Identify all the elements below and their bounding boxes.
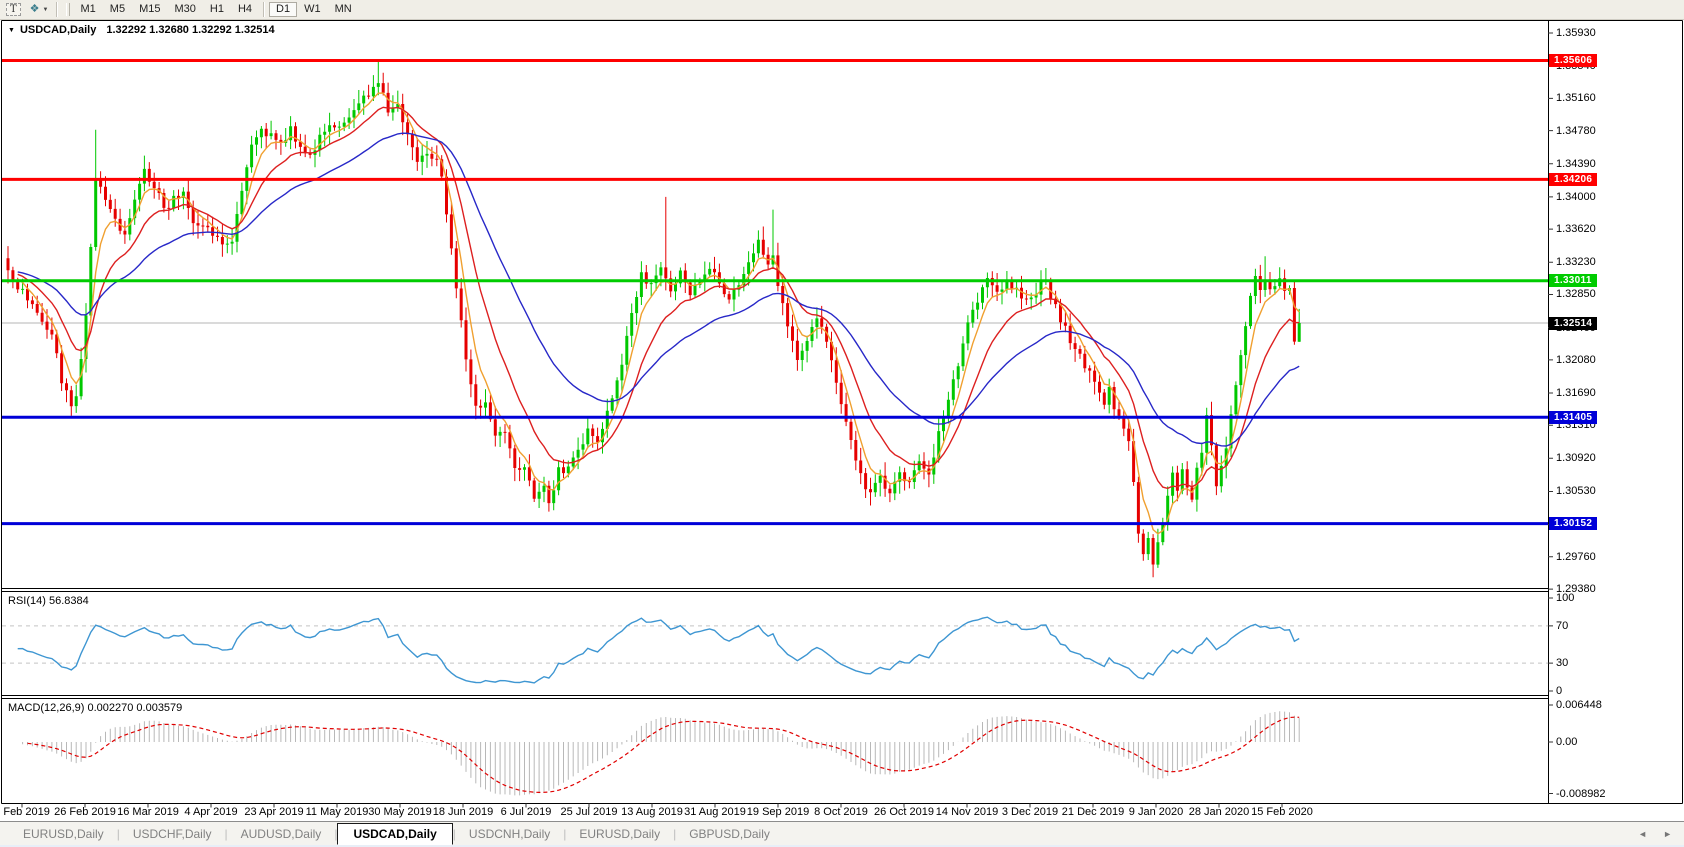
- date-axis-label: 15 Feb 2020: [1251, 806, 1313, 818]
- price-axis-tick: 1.29760: [1556, 551, 1596, 563]
- macd-axis-tick: -0.008982: [1556, 788, 1606, 800]
- date-axis-label: 26 Oct 2019: [874, 806, 934, 818]
- macd-axis-tick: 0.006448: [1556, 699, 1602, 711]
- chart-canvas[interactable]: [0, 0, 1684, 847]
- price-axis-tick: 1.35930: [1556, 27, 1596, 39]
- macd-signal-line: [28, 717, 1300, 792]
- timeframe-button-group: M1M5M15M30H1H4 D1W1MN: [74, 2, 359, 17]
- price-axis-tick: 1.30530: [1556, 485, 1596, 497]
- date-axis-label: 25 Jul 2019: [561, 806, 618, 818]
- date-axis-label: 3 Dec 2019: [1002, 806, 1058, 818]
- date-axis-label: 31 Aug 2019: [684, 806, 746, 818]
- price-axis-tick: 1.33620: [1556, 223, 1596, 235]
- date-axis-label: 16 Mar 2019: [117, 806, 179, 818]
- rsi-axis-tick: 70: [1556, 620, 1568, 632]
- date-axis-label: 18 Jun 2019: [433, 806, 494, 818]
- drawing-style-button[interactable]: ❖ ▼: [27, 2, 52, 18]
- date-axis-label: 14 Nov 2019: [936, 806, 998, 818]
- down-candle-wicks: [8, 73, 1294, 577]
- price-axis-tick: 1.32080: [1556, 354, 1596, 366]
- price-axis-tick: 1.30920: [1556, 452, 1596, 464]
- price-axis-tick: 1.34390: [1556, 158, 1596, 170]
- date-axis-label: 23 Apr 2019: [244, 806, 303, 818]
- text-tool-icon: T: [6, 3, 21, 16]
- tab-usdcnh-4[interactable]: USDCNH,Daily: [456, 824, 563, 844]
- tab-gbpusd-6[interactable]: GBPUSD,Daily: [676, 824, 783, 844]
- date-axis-label: 21 Dec 2019: [1062, 806, 1124, 818]
- date-axis-label: 6 Jul 2019: [501, 806, 552, 818]
- price-level-tag: 1.35606: [1549, 54, 1597, 67]
- date-axis-label: 9 Jan 2020: [1129, 806, 1183, 818]
- chart-ohlc-values: 1.32292 1.32680 1.32292 1.32514: [106, 24, 274, 36]
- rsi-indicator-label: RSI(14) 56.8384: [8, 595, 89, 607]
- chart-title: ▼ USDCAD,Daily 1.32292 1.32680 1.32292 1…: [8, 24, 275, 36]
- price-level-tag: 1.34206: [1549, 173, 1597, 186]
- tab-eurusd-0[interactable]: EURUSD,Daily: [10, 824, 117, 844]
- price-axis-tick: 1.34000: [1556, 191, 1596, 203]
- price-axis-tick: 1.33230: [1556, 256, 1596, 268]
- chart-tab-bar: EURUSD,Daily|USDCHF,Daily|AUDUSD,Daily|U…: [0, 821, 1684, 846]
- toolbar-separator: [263, 2, 265, 17]
- chart-tabs: EURUSD,Daily|USDCHF,Daily|AUDUSD,Daily|U…: [10, 822, 783, 846]
- timeframe-button-mn[interactable]: MN: [328, 2, 359, 17]
- price-axis-tick: 1.31690: [1556, 387, 1596, 399]
- date-axis-label: 8 Oct 2019: [814, 806, 868, 818]
- tab-usdcad-3[interactable]: USDCAD,Daily: [337, 823, 452, 845]
- tab-eurusd-5[interactable]: EURUSD,Daily: [566, 824, 673, 844]
- chart-dropdown-icon[interactable]: ▼: [8, 27, 15, 34]
- date-axis-label: 19 Sep 2019: [747, 806, 809, 818]
- main-price-panel[interactable]: [2, 61, 1548, 578]
- timeframe-button-m15[interactable]: M15: [132, 2, 167, 17]
- timeframe-button-h1[interactable]: H1: [203, 2, 231, 17]
- date-axis-label: 13 Aug 2019: [621, 806, 683, 818]
- up-candle-wicks: [23, 61, 1300, 568]
- toolbar-grip: [66, 3, 70, 16]
- rsi-axis-tick: 100: [1556, 592, 1574, 604]
- ma-fast-line: [18, 93, 1300, 534]
- date-axis-label: 30 May 2019: [368, 806, 432, 818]
- price-level-tag: 1.33011: [1549, 274, 1597, 287]
- rsi-axis-tick: 0: [1556, 685, 1562, 697]
- macd-panel[interactable]: [23, 711, 1300, 795]
- macd-axis-tick: 0.00: [1556, 736, 1577, 748]
- mt4-terminal: { "toolbar": { "t_tool": "T", "drawing_t…: [0, 0, 1684, 847]
- macd-histogram: [23, 711, 1300, 795]
- caret-down-icon: ▼: [43, 7, 49, 13]
- price-axis-tick: 1.32850: [1556, 288, 1596, 300]
- timeframe-button-m1[interactable]: M1: [74, 2, 103, 17]
- timeframe-button-m30[interactable]: M30: [167, 2, 202, 17]
- chart-symbol-label: USDCAD,Daily: [20, 24, 96, 36]
- date-axis-label: 28 Jan 2020: [1189, 806, 1250, 818]
- price-axis-tick: 1.35160: [1556, 92, 1596, 104]
- tab-scroll-right-icon[interactable]: ►: [1663, 829, 1672, 839]
- rsi-line: [18, 617, 1300, 683]
- timeframe-button-w1[interactable]: W1: [297, 2, 328, 17]
- current-price-tag: 1.32514: [1549, 317, 1597, 330]
- timeframe-button-d1[interactable]: D1: [269, 2, 297, 17]
- tab-scroll-left-icon[interactable]: ◄: [1638, 829, 1647, 839]
- date-axis-label: 26 Feb 2019: [54, 806, 116, 818]
- date-axis-label: 11 May 2019: [306, 806, 369, 818]
- toolbar-separator: [56, 2, 58, 17]
- top-toolbar: T ❖ ▼ M1M5M15M30H1H4 D1W1MN: [0, 0, 1684, 20]
- ma-mid-line: [18, 107, 1300, 488]
- price-axis-tick: 1.34780: [1556, 125, 1596, 137]
- tab-usdchf-1[interactable]: USDCHF,Daily: [120, 824, 225, 844]
- macd-indicator-label: MACD(12,26,9) 0.002270 0.003579: [8, 702, 182, 714]
- rsi-panel[interactable]: [2, 617, 1548, 683]
- rsi-axis-tick: 30: [1556, 657, 1568, 669]
- date-axis-label: 4 Apr 2019: [184, 806, 237, 818]
- price-level-tag: 1.31405: [1549, 411, 1597, 424]
- down-candle-bodies: [7, 83, 1296, 564]
- price-level-tag: 1.30152: [1549, 517, 1597, 530]
- tab-audusd-2[interactable]: AUDUSD,Daily: [228, 824, 335, 844]
- timeframe-button-m5[interactable]: M5: [103, 2, 132, 17]
- tab-scroll-buttons: ◄ ►: [1638, 829, 1684, 839]
- text-tool-button[interactable]: T: [3, 2, 24, 18]
- date-axis-label: 7 Feb 2019: [0, 806, 50, 818]
- timeframe-button-h4[interactable]: H4: [231, 2, 259, 17]
- drawing-style-icon: ❖: [30, 4, 40, 15]
